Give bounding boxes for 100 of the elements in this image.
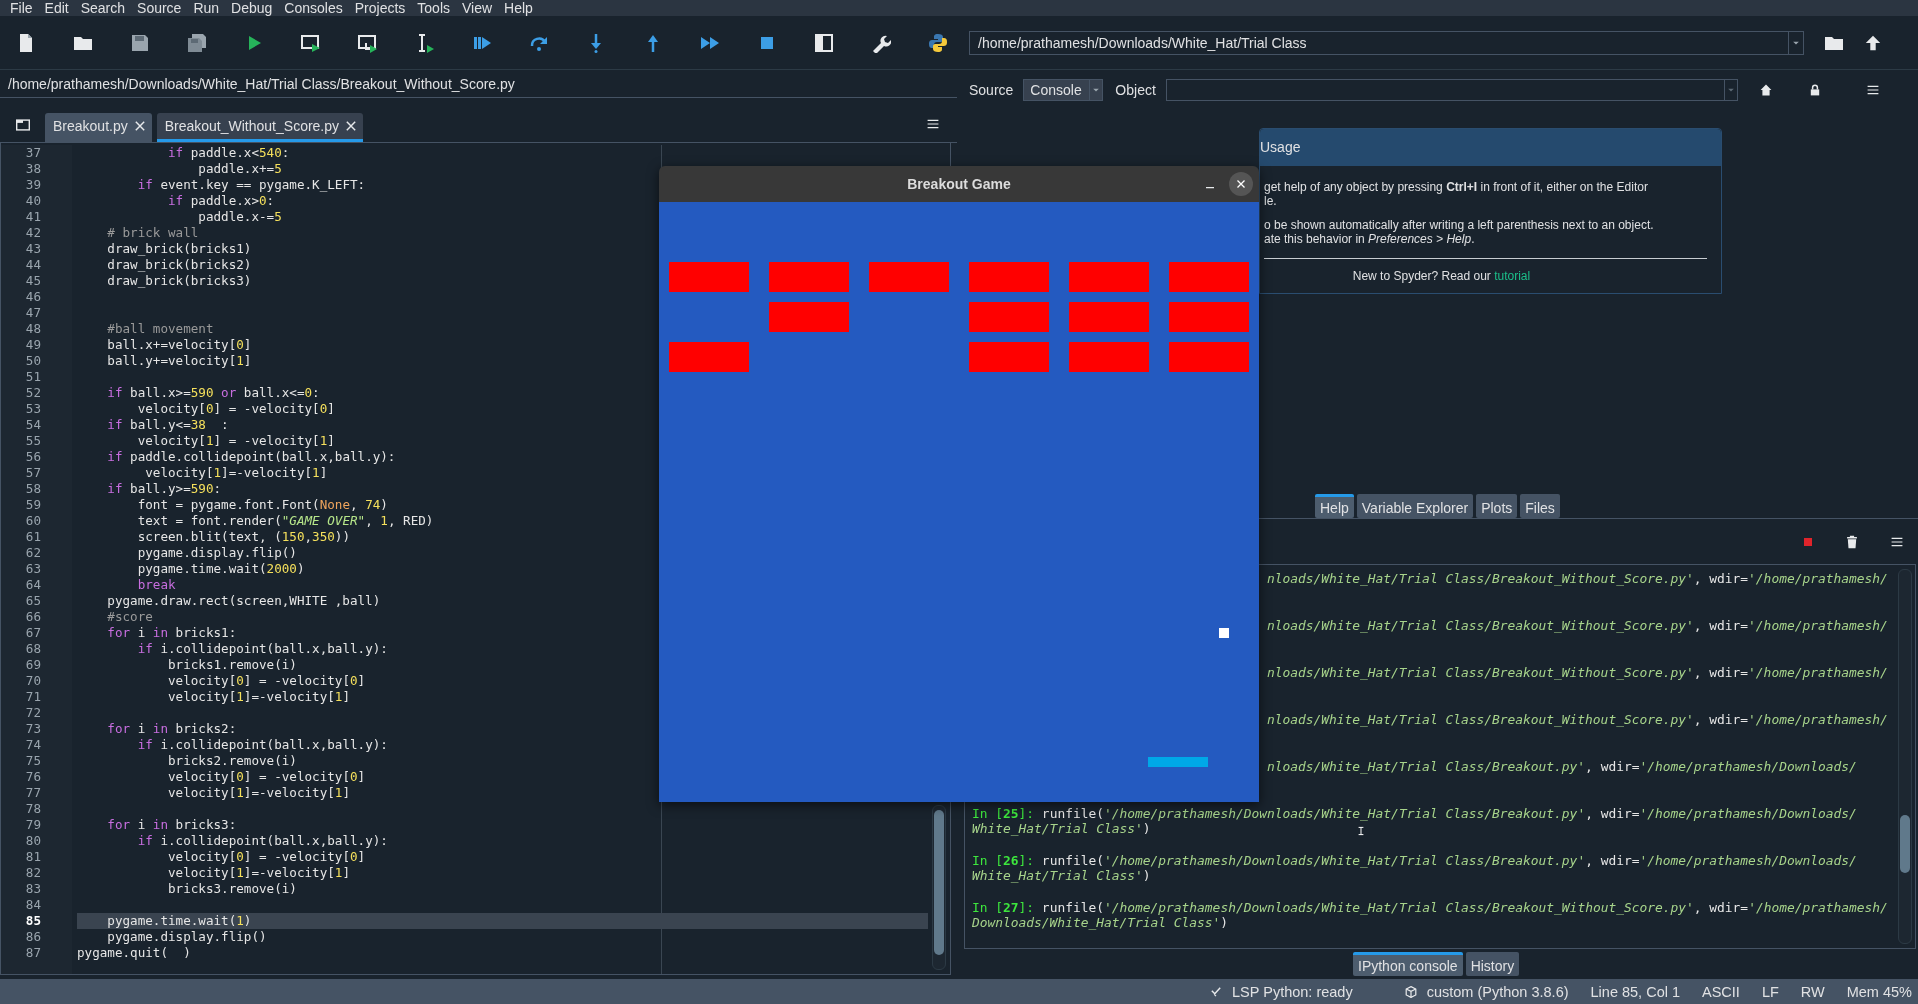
code-line: #score — [106, 609, 153, 624]
line-number: 64 — [24, 577, 42, 593]
line-number: 69 — [24, 657, 42, 673]
editor-tab[interactable]: Breakout_Without_Score.py — [156, 113, 364, 142]
console-line: In [26]: runfile('/home/prathamesh/Downloads/White_Hat/Trial Class/Breakout.py', wdir='/home/prathamesh/Downloads/ — [972, 852, 1857, 868]
line-number: 73 — [24, 721, 42, 737]
menu-icon[interactable] — [1866, 83, 1879, 96]
line-number: 54 — [24, 417, 42, 433]
line-number: 46 — [24, 289, 42, 305]
menu-item[interactable]: File — [4, 1, 39, 15]
interpreter-status: custom (Python 3.8.6) — [1426, 983, 1569, 1000]
python-logo-icon[interactable] — [928, 32, 948, 53]
paddle — [1148, 757, 1208, 767]
console-line: Downloads/White_Hat/Trial Class') — [972, 914, 1229, 930]
close-icon[interactable] — [133, 120, 146, 132]
line-number: 41 — [24, 209, 42, 225]
pane-tab[interactable]: Plots — [1476, 494, 1518, 519]
menu-item[interactable]: Debug — [225, 1, 279, 15]
line-number: 62 — [24, 545, 42, 561]
run-cell-advance-icon[interactable] — [358, 32, 378, 53]
menu-item[interactable]: Search — [74, 1, 132, 15]
code-line: draw_brick(bricks1) — [106, 241, 252, 256]
line-number: 56 — [24, 449, 42, 465]
pane-tab[interactable]: IPython console — [1353, 952, 1463, 977]
line-number: 52 — [24, 385, 42, 401]
menu-icon[interactable] — [1891, 535, 1903, 548]
browse-tabs-icon[interactable] — [16, 118, 30, 132]
code-line: ball.y+=velocity[1] — [106, 353, 252, 368]
save-icon[interactable] — [130, 32, 150, 53]
menu-item[interactable]: Edit — [38, 1, 75, 15]
pane-tab[interactable]: Variable Explorer — [1356, 494, 1474, 519]
menu-item[interactable]: Run — [187, 1, 226, 15]
menu-item[interactable]: Help — [498, 1, 539, 15]
line-number: 85 — [24, 913, 42, 929]
code-line: if i.collidepoint(ball.x,ball.y): — [136, 641, 388, 656]
console-line: In [27]: runfile('/home/prathamesh/Downloads/White_Hat/Trial Class/Breakout_Without_Score.py', wdir='/home/prathamesh/ — [972, 899, 1888, 915]
line-number: 61 — [24, 529, 42, 545]
menu-icon[interactable] — [927, 118, 939, 130]
menu-item[interactable]: Source — [131, 1, 188, 15]
lsp-status-icon — [1210, 985, 1223, 998]
menu-item[interactable]: Tools — [411, 1, 456, 15]
pane-tab[interactable]: History — [1465, 952, 1520, 977]
close-button[interactable] — [1229, 172, 1253, 196]
scroll-thumb[interactable] — [934, 810, 944, 955]
window-title: Breakout Game — [907, 176, 1011, 192]
source-dropdown[interactable]: Console — [1023, 78, 1104, 101]
code-line: text = font.render("GAME OVER", 1, RED) — [136, 513, 434, 528]
code-line: pygame.draw.rect(screen,WHITE ,ball) — [106, 593, 381, 608]
help-text: le. — [1264, 193, 1277, 208]
code-line: for i in bricks1: — [106, 625, 237, 640]
working-directory-field[interactable]: /home/prathamesh/Downloads/White_Hat/Trial Class — [969, 30, 1804, 55]
trash-icon[interactable] — [1845, 534, 1859, 549]
line-number: 43 — [24, 241, 42, 257]
code-line: velocity[0] = -velocity[0] — [167, 769, 366, 784]
line-number: 55 — [24, 433, 42, 449]
scrollbar[interactable] — [1898, 568, 1912, 945]
code-line: pygame.display.flip() — [136, 545, 297, 560]
permissions-status: RW — [1800, 983, 1825, 1000]
code-line: draw_brick(bricks2) — [106, 257, 252, 272]
editor-tab[interactable]: Breakout.py — [45, 113, 152, 142]
pane-tab[interactable]: Files — [1520, 494, 1560, 519]
maximize-pane-icon[interactable] — [814, 32, 834, 53]
line-number: 58 — [24, 481, 42, 497]
code-line: pygame.quit( ) — [77, 945, 191, 960]
game-window[interactable]: Breakout Game — [659, 166, 1259, 802]
lock-icon[interactable] — [1808, 83, 1821, 96]
line-number: 59 — [24, 497, 42, 513]
run-cell-icon[interactable] — [301, 32, 321, 53]
source-label: Source — [969, 81, 1014, 98]
line-number: 67 — [24, 625, 42, 641]
code-line: pygame.time.wait(2000) — [136, 561, 305, 576]
line-number: 49 — [24, 337, 42, 353]
code-line: velocity[1]=-velocity[1] — [144, 465, 328, 480]
line-ending-status: LF — [1761, 983, 1779, 1000]
code-line: if i.collidepoint(ball.x,ball.y): — [136, 737, 388, 752]
menu-item[interactable]: Consoles — [278, 1, 349, 15]
code-line: velocity[0] = -velocity[0] — [167, 673, 366, 688]
menu-item[interactable]: Projects — [348, 1, 412, 15]
up-arrow-icon[interactable] — [1864, 33, 1882, 52]
tutorial-link[interactable]: tutorial — [1494, 268, 1531, 283]
code-line: if event.key == pygame.K_LEFT: — [136, 177, 366, 192]
save-all-icon[interactable] — [187, 32, 207, 53]
lsp-status: LSP Python: ready — [1232, 983, 1353, 1000]
code-line: if paddle.x>0: — [167, 193, 275, 208]
line-number: 72 — [24, 705, 42, 721]
object-field[interactable] — [1165, 78, 1738, 101]
line-number: 77 — [24, 785, 42, 801]
code-line: pygame.time.wait(1) — [106, 913, 252, 928]
code-line: bricks3.remove(i) — [167, 881, 297, 896]
scroll-thumb[interactable] — [1900, 814, 1910, 874]
stop-icon[interactable] — [1803, 536, 1813, 547]
menu-item[interactable]: View — [456, 1, 499, 15]
home-icon[interactable] — [1759, 83, 1772, 96]
pane-tab[interactable]: Help — [1315, 494, 1354, 519]
cube-icon — [1404, 985, 1417, 998]
line-number: 75 — [24, 753, 42, 769]
line-number: 63 — [24, 561, 42, 577]
line-number: 83 — [24, 881, 42, 897]
close-icon[interactable] — [345, 120, 358, 132]
scrollbar[interactable] — [932, 805, 946, 970]
